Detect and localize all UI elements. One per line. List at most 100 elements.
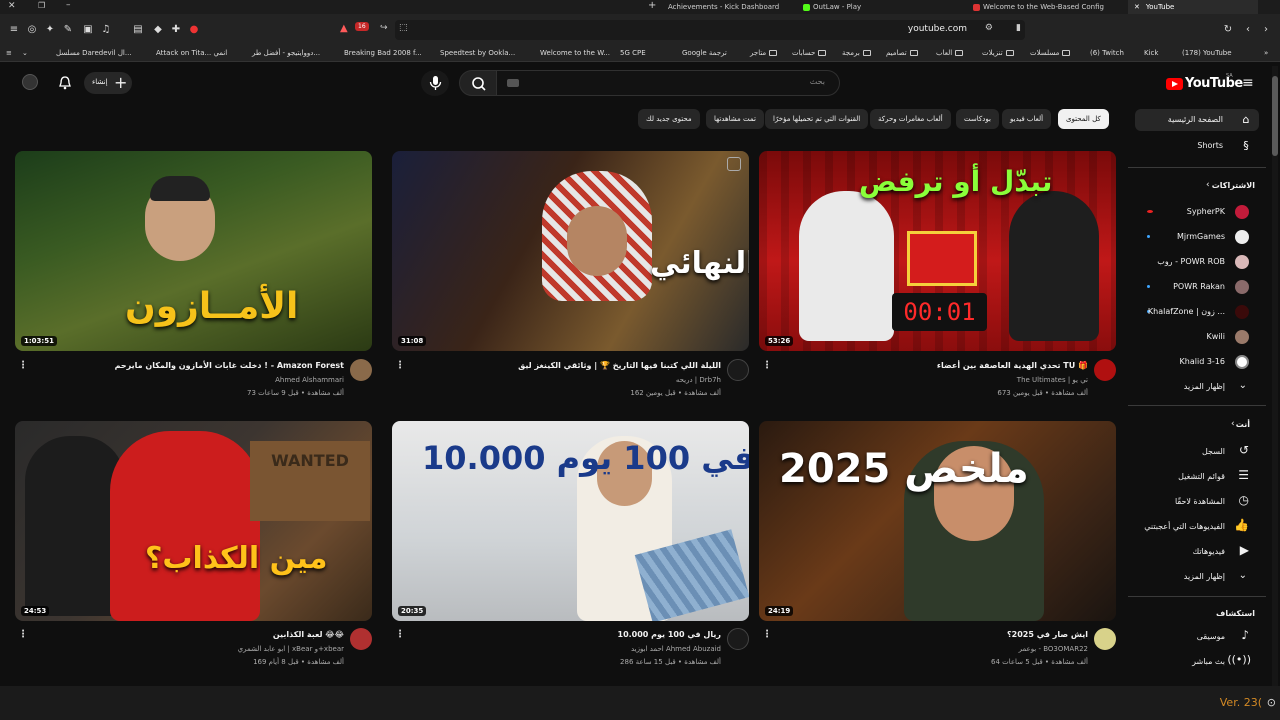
tab-web-config[interactable]: Welcome to the Web-Based Config <box>970 0 1105 14</box>
bookmark-item[interactable]: مسلسل Daredevil ال... <box>56 49 132 57</box>
channel-avatar[interactable] <box>727 628 749 650</box>
subscription-item[interactable]: Kwili <box>1135 328 1259 346</box>
more-actions-icon[interactable]: ⋮ <box>18 360 28 371</box>
bookmark-folder[interactable]: برمجة <box>842 49 871 57</box>
bookmark-item[interactable]: Speedtest by Ookla... <box>440 49 515 57</box>
extensions-icon[interactable]: ▤ <box>132 24 144 36</box>
settings-icon[interactable]: ⊙ <box>1267 696 1276 709</box>
bookmark-item[interactable]: (6) Twitch <box>1090 49 1124 57</box>
more-actions-icon[interactable]: ⋮ <box>395 360 405 371</box>
sidebar-item-shorts[interactable]: Shorts § <box>1135 135 1259 157</box>
minimize-window-icon[interactable]: – <box>66 0 71 10</box>
tab-outlaw[interactable]: OutLaw - Play <box>800 0 900 14</box>
chevron-left-icon[interactable]: ‹ <box>1206 180 1210 190</box>
url-text[interactable]: youtube.com <box>908 24 967 34</box>
chip-all[interactable]: كل المحتوى <box>1058 109 1109 129</box>
create-button[interactable]: إنشاء + <box>84 72 132 94</box>
chip-podcasts[interactable]: بودكاست <box>956 109 999 129</box>
channel-avatar[interactable] <box>1094 628 1116 650</box>
video-thumbnail[interactable]: ملخص 2025 24:19 <box>759 421 1116 621</box>
bookmark-folder[interactable]: العاب <box>936 49 964 57</box>
video-title[interactable]: لعبة الكذابين 😂😂 <box>273 630 344 639</box>
close-tab-icon[interactable]: ✕ <box>1134 3 1140 11</box>
channel-name[interactable]: احمد ابوزيد Ahmed Abuzaid <box>631 645 721 653</box>
video-title[interactable]: الليلة اللي كتبنا فيها التاريخ 🏆 | وثائق… <box>518 361 721 370</box>
channel-avatar[interactable] <box>350 628 372 650</box>
sidebar-item-history[interactable]: السجل ↺ <box>1135 443 1259 461</box>
bookmark-item[interactable]: Breaking Bad 2008 f... <box>344 49 422 57</box>
share-icon[interactable]: ↪ <box>380 23 388 33</box>
video-title[interactable]: دخلت غابات الأمازون والمكان مايرحم ! - A… <box>115 361 344 370</box>
bookmark-folder[interactable]: حسابات <box>792 49 827 57</box>
subscriptions-header[interactable]: الاشتراكات <box>1212 181 1255 190</box>
subscription-item[interactable]: Khalid 3-16 <box>1135 353 1259 371</box>
video-title[interactable]: تحدي الهدية العاصفة بين أعضاء TU 🎁 <box>937 361 1088 370</box>
bookmarks-menu-icon[interactable]: ⌄ <box>22 49 28 57</box>
restore-window-icon[interactable]: ❐ <box>38 1 45 10</box>
subscriptions-show-more[interactable]: إظهار المزيد ⌄ <box>1135 378 1259 396</box>
video-title[interactable]: ايش صار في 2025؟ <box>1007 630 1088 639</box>
subscription-item[interactable]: POWR Rakan <box>1135 278 1259 296</box>
screenshot-icon[interactable]: ⬚ <box>399 23 408 33</box>
chip-new-to-you[interactable]: محتوى جديد لك <box>638 109 700 129</box>
video-title[interactable]: 10.000 ريال في 100 يوم <box>618 630 722 639</box>
bookmark-folder[interactable]: تصاميم <box>886 49 918 57</box>
sidebar-item-home[interactable]: الصفحة الرئيسية ⌂ <box>1135 109 1259 131</box>
shield-badge[interactable]: 16 <box>355 22 369 31</box>
keyboard-icon[interactable] <box>507 79 519 87</box>
record-icon[interactable]: ● <box>188 24 200 36</box>
vpn-icon[interactable]: ◆ <box>152 24 164 36</box>
video-thumbnail[interactable]: WANTED مين الكذاب؟ 24:53 <box>15 421 372 621</box>
subscription-item[interactable]: روب - POWR ROB <box>1135 253 1259 271</box>
you-header[interactable]: أنت <box>1236 420 1250 429</box>
bookmark-item[interactable]: دووايتيجو - أفضل طر... <box>252 49 320 57</box>
guide-menu-icon[interactable]: ≡ <box>1242 75 1254 91</box>
alert-icon[interactable]: ▲ <box>340 23 348 34</box>
sidebar-item-playlists[interactable]: قوائم التشغيل ☰ <box>1135 468 1259 486</box>
bookmarks-menu-icon[interactable]: ≡ <box>6 49 12 57</box>
scrollbar-thumb[interactable] <box>1272 76 1278 156</box>
more-actions-icon[interactable]: ⋮ <box>762 629 772 640</box>
account-avatar[interactable] <box>22 74 38 90</box>
close-window-icon[interactable]: ✕ <box>8 1 16 11</box>
menu-icon[interactable]: ≡ <box>8 24 20 36</box>
sidebar-item-liked-videos[interactable]: الفيديوهات التي أعجبتني 👍 <box>1135 518 1259 536</box>
search-button[interactable] <box>459 70 497 96</box>
site-settings-icon[interactable]: ⚙ <box>985 23 993 33</box>
page-scrollbar[interactable] <box>1272 66 1278 686</box>
new-tab-icon[interactable]: + <box>648 0 656 11</box>
tab-kick-dashboard[interactable]: Achievements - Kick Dashboard <box>668 0 788 14</box>
subscription-item[interactable]: MjrmGames <box>1135 228 1259 246</box>
forward-icon[interactable]: › <box>1260 24 1272 36</box>
apps-icon[interactable]: ✚ <box>170 24 182 36</box>
address-bar[interactable]: ▲ 16 ↪ ⬚ youtube.com ⚙ ▮ <box>340 20 1025 40</box>
voice-search-button[interactable] <box>421 70 449 96</box>
you-show-more[interactable]: إظهار المزيد ⌄ <box>1135 568 1259 586</box>
bookmark-folder[interactable]: تنزيلات <box>982 49 1014 57</box>
chip-watched[interactable]: تمت مشاهدتها <box>706 109 764 129</box>
chevron-left-icon[interactable]: ‹ <box>1231 419 1235 429</box>
channel-name[interactable]: ابو عابد الشمري | xBear و+xbear <box>238 645 344 653</box>
chip-action-adventure[interactable]: ألعاب مغامرات وحركة <box>870 109 951 129</box>
bookmark-item[interactable]: Attack on Tita... انمي <box>156 49 227 57</box>
bookmark-item[interactable]: Google ترجمة <box>682 49 727 57</box>
more-actions-icon[interactable]: ⋮ <box>762 360 772 371</box>
bookmark-folder[interactable]: متاجر <box>750 49 778 57</box>
edit-icon[interactable]: ✎ <box>62 24 74 36</box>
channel-name[interactable]: بوعمر - BO3OMAR22 <box>1019 645 1088 653</box>
shield-icon[interactable]: ◎ <box>26 24 38 36</box>
sidebar-item-watch-later[interactable]: المشاهدة لاحقًا ◷ <box>1135 493 1259 511</box>
more-actions-icon[interactable]: ⋮ <box>395 629 405 640</box>
sidebar-item-music[interactable]: موسيقى ♪ <box>1135 628 1259 646</box>
chip-recently-uploaded[interactable]: القنوات التي تم تحميلها مؤخرًا <box>765 109 869 129</box>
search-input[interactable]: بحث <box>495 70 840 96</box>
more-actions-icon[interactable]: ⋮ <box>18 629 28 640</box>
subscription-item[interactable]: KhalafZone | زون ... <box>1135 303 1259 321</box>
channel-avatar[interactable] <box>1094 359 1116 381</box>
sidebar-item-your-videos[interactable]: فيديوهاتك ▶ <box>1135 543 1259 561</box>
reload-icon[interactable]: ↻ <box>1222 24 1234 36</box>
video-thumbnail[interactable]: 00:01 تبدّل أو ترفض 53:26 <box>759 151 1116 351</box>
channel-name[interactable]: The Ultimates | تي يو <box>1017 376 1088 384</box>
channel-name[interactable]: دريحه | Drb7h <box>676 376 721 384</box>
sidebar-item-live[interactable]: بث مباشر ((•)) <box>1135 653 1259 671</box>
